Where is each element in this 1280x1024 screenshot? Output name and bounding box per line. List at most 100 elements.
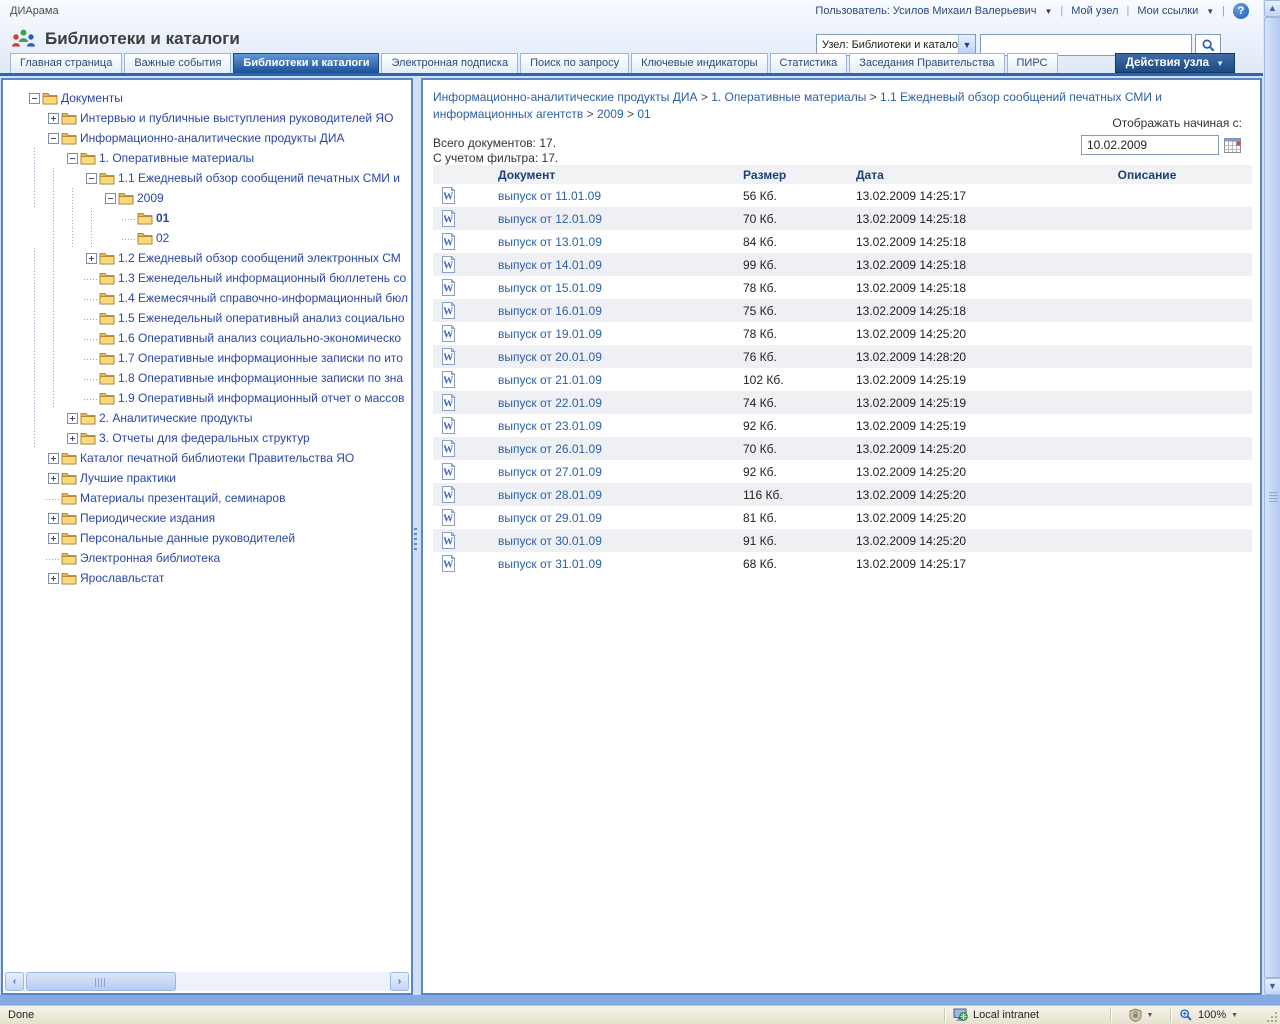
word-document-icon[interactable]: W — [440, 279, 456, 296]
site-actions-button[interactable]: Действия узла ▼ — [1115, 53, 1235, 73]
tree-item-label[interactable]: 1.3 Еженедельный информационный бюллетен… — [118, 271, 406, 285]
tree-item[interactable]: Электронная библиотека — [5, 548, 409, 568]
tree-horizontal-scrollbar[interactable]: ‹ › — [5, 972, 409, 991]
tab-6[interactable]: Статистика — [770, 53, 848, 73]
tree-toggle-icon[interactable] — [67, 153, 78, 164]
tree-item[interactable]: 3. Отчеты для федеральных структур — [5, 428, 409, 448]
word-document-icon[interactable]: W — [440, 256, 456, 273]
tree-item[interactable]: 1.1 Ежедневый обзор сообщений печатных С… — [5, 168, 409, 188]
tree-item-label[interactable]: 01 — [156, 211, 169, 225]
tree-toggle-icon[interactable] — [48, 453, 59, 464]
document-link[interactable]: выпуск от 26.01.09 — [498, 442, 602, 456]
tree-toggle-icon[interactable] — [48, 533, 59, 544]
tree-item[interactable]: 1. Оперативные материалы — [5, 148, 409, 168]
tree-toggle-icon[interactable] — [48, 133, 59, 144]
word-document-icon[interactable]: W — [440, 486, 456, 503]
tree-item-label[interactable]: 1. Оперативные материалы — [99, 151, 254, 165]
document-link[interactable]: выпуск от 14.01.09 — [498, 258, 602, 272]
tree-item[interactable]: Персональные данные руководителей — [5, 528, 409, 548]
tree-item-label[interactable]: Информационно-аналитические продукты ДИА — [80, 131, 345, 145]
tree-item-label[interactable]: 3. Отчеты для федеральных структур — [99, 431, 310, 445]
breadcrumb-link[interactable]: Информационно-аналитические продукты ДИА — [433, 90, 698, 104]
tree-item[interactable]: Периодические издания — [5, 508, 409, 528]
document-link[interactable]: выпуск от 27.01.09 — [498, 465, 602, 479]
user-menu[interactable]: Пользователь: Усилов Михаил Валерьевич — [815, 5, 1036, 17]
tree-item-label[interactable]: Электронная библиотека — [80, 551, 220, 565]
tree-toggle-icon[interactable] — [86, 313, 97, 324]
column-header-document[interactable]: Документ — [498, 168, 743, 182]
tab-1[interactable]: Важные события — [124, 53, 231, 73]
breadcrumb-link[interactable]: 1. Оперативные материалы — [711, 90, 866, 104]
document-link[interactable]: выпуск от 31.01.09 — [498, 557, 602, 571]
tree-toggle-icon[interactable] — [86, 333, 97, 344]
tree-toggle-icon[interactable] — [48, 493, 59, 504]
tree-toggle-icon[interactable] — [29, 93, 40, 104]
document-link[interactable]: выпуск от 30.01.09 — [498, 534, 602, 548]
tree-toggle-icon[interactable] — [67, 413, 78, 424]
tree-toggle-icon[interactable] — [48, 113, 59, 124]
tree-toggle-icon[interactable] — [48, 553, 59, 564]
scroll-left-icon[interactable]: ‹ — [5, 972, 24, 991]
tree-item-label[interactable]: 2. Аналитические продукты — [99, 411, 253, 425]
tree-item-label[interactable]: Персональные данные руководителей — [80, 531, 295, 545]
tree-item[interactable]: 1.4 Ежемесячный справочно-информационный… — [5, 288, 409, 308]
column-header-size[interactable]: Размер — [743, 168, 856, 182]
scroll-down-icon[interactable]: ▼ — [1264, 978, 1280, 995]
tree-item-label[interactable]: 1.9 Оперативный информационный отчет о м… — [118, 391, 405, 405]
document-link[interactable]: выпуск от 15.01.09 — [498, 281, 602, 295]
word-document-icon[interactable]: W — [440, 371, 456, 388]
tree-item[interactable]: 1.7 Оперативные информационные записки п… — [5, 348, 409, 368]
tree-item[interactable]: Лучшие практики — [5, 468, 409, 488]
tree-item[interactable]: 1.9 Оперативный информационный отчет о м… — [5, 388, 409, 408]
breadcrumb-link[interactable]: 01 — [637, 107, 650, 121]
tab-8[interactable]: ПИРС — [1007, 53, 1058, 73]
tab-7[interactable]: Заседания Правительства — [849, 53, 1004, 73]
tree-item[interactable]: 1.8 Оперативные информационные записки п… — [5, 368, 409, 388]
document-link[interactable]: выпуск от 29.01.09 — [498, 511, 602, 525]
word-document-icon[interactable]: W — [440, 210, 456, 227]
tree-item-label[interactable]: 1.2 Ежедневый обзор сообщений электронны… — [118, 251, 401, 265]
tree-item[interactable]: 1.6 Оперативный анализ социально-экономи… — [5, 328, 409, 348]
tree-item[interactable]: 1.2 Ежедневый обзор сообщений электронны… — [5, 248, 409, 268]
my-links-menu[interactable]: Мои ссылки — [1137, 5, 1198, 17]
document-link[interactable]: выпуск от 23.01.09 — [498, 419, 602, 433]
tree-toggle-icon[interactable] — [124, 233, 135, 244]
tree-toggle-icon[interactable] — [86, 293, 97, 304]
word-document-icon[interactable]: W — [440, 509, 456, 526]
tree-item[interactable]: 1.5 Еженедельный оперативный анализ соци… — [5, 308, 409, 328]
document-link[interactable]: выпуск от 21.01.09 — [498, 373, 602, 387]
tree-item[interactable]: Каталог печатной библиотеки Правительств… — [5, 448, 409, 468]
resize-grip[interactable] — [1263, 1008, 1279, 1024]
tab-4[interactable]: Поиск по запросу — [520, 53, 629, 73]
scrollbar-thumb[interactable] — [1264, 17, 1280, 978]
tab-5[interactable]: Ключевые индикаторы — [631, 53, 767, 73]
breadcrumb-link[interactable]: 2009 — [597, 107, 624, 121]
column-header-date[interactable]: Дата — [856, 168, 1042, 182]
tree-item-label[interactable]: 1.6 Оперативный анализ социально-экономи… — [118, 331, 401, 345]
tab-2[interactable]: Библиотеки и каталоги — [233, 53, 379, 73]
word-document-icon[interactable]: W — [440, 233, 456, 250]
document-link[interactable]: выпуск от 19.01.09 — [498, 327, 602, 341]
tree-toggle-icon[interactable] — [86, 253, 97, 264]
word-document-icon[interactable]: W — [440, 555, 456, 572]
tree-item[interactable]: 2009 — [5, 188, 409, 208]
word-document-icon[interactable]: W — [440, 532, 456, 549]
tree-toggle-icon[interactable] — [86, 273, 97, 284]
tree-toggle-icon[interactable] — [124, 213, 135, 224]
document-link[interactable]: выпуск от 13.01.09 — [498, 235, 602, 249]
word-document-icon[interactable]: W — [440, 348, 456, 365]
help-icon[interactable]: ? — [1233, 3, 1249, 19]
scrollbar-thumb[interactable] — [26, 972, 176, 991]
protected-mode-control[interactable]: ▼ — [1119, 1008, 1163, 1022]
tree-item[interactable]: 2. Аналитические продукты — [5, 408, 409, 428]
tab-3[interactable]: Электронная подписка — [381, 53, 518, 73]
tab-0[interactable]: Главная страница — [10, 53, 122, 73]
word-document-icon[interactable]: W — [440, 440, 456, 457]
document-link[interactable]: выпуск от 16.01.09 — [498, 304, 602, 318]
tree-item-label[interactable]: 02 — [156, 231, 169, 245]
tree-item-label[interactable]: Документы — [61, 91, 123, 105]
tree-toggle-icon[interactable] — [48, 513, 59, 524]
word-document-icon[interactable]: W — [440, 463, 456, 480]
panel-resize-handle[interactable] — [414, 528, 417, 552]
tree-item-label[interactable]: 1.5 Еженедельный оперативный анализ соци… — [118, 311, 405, 325]
